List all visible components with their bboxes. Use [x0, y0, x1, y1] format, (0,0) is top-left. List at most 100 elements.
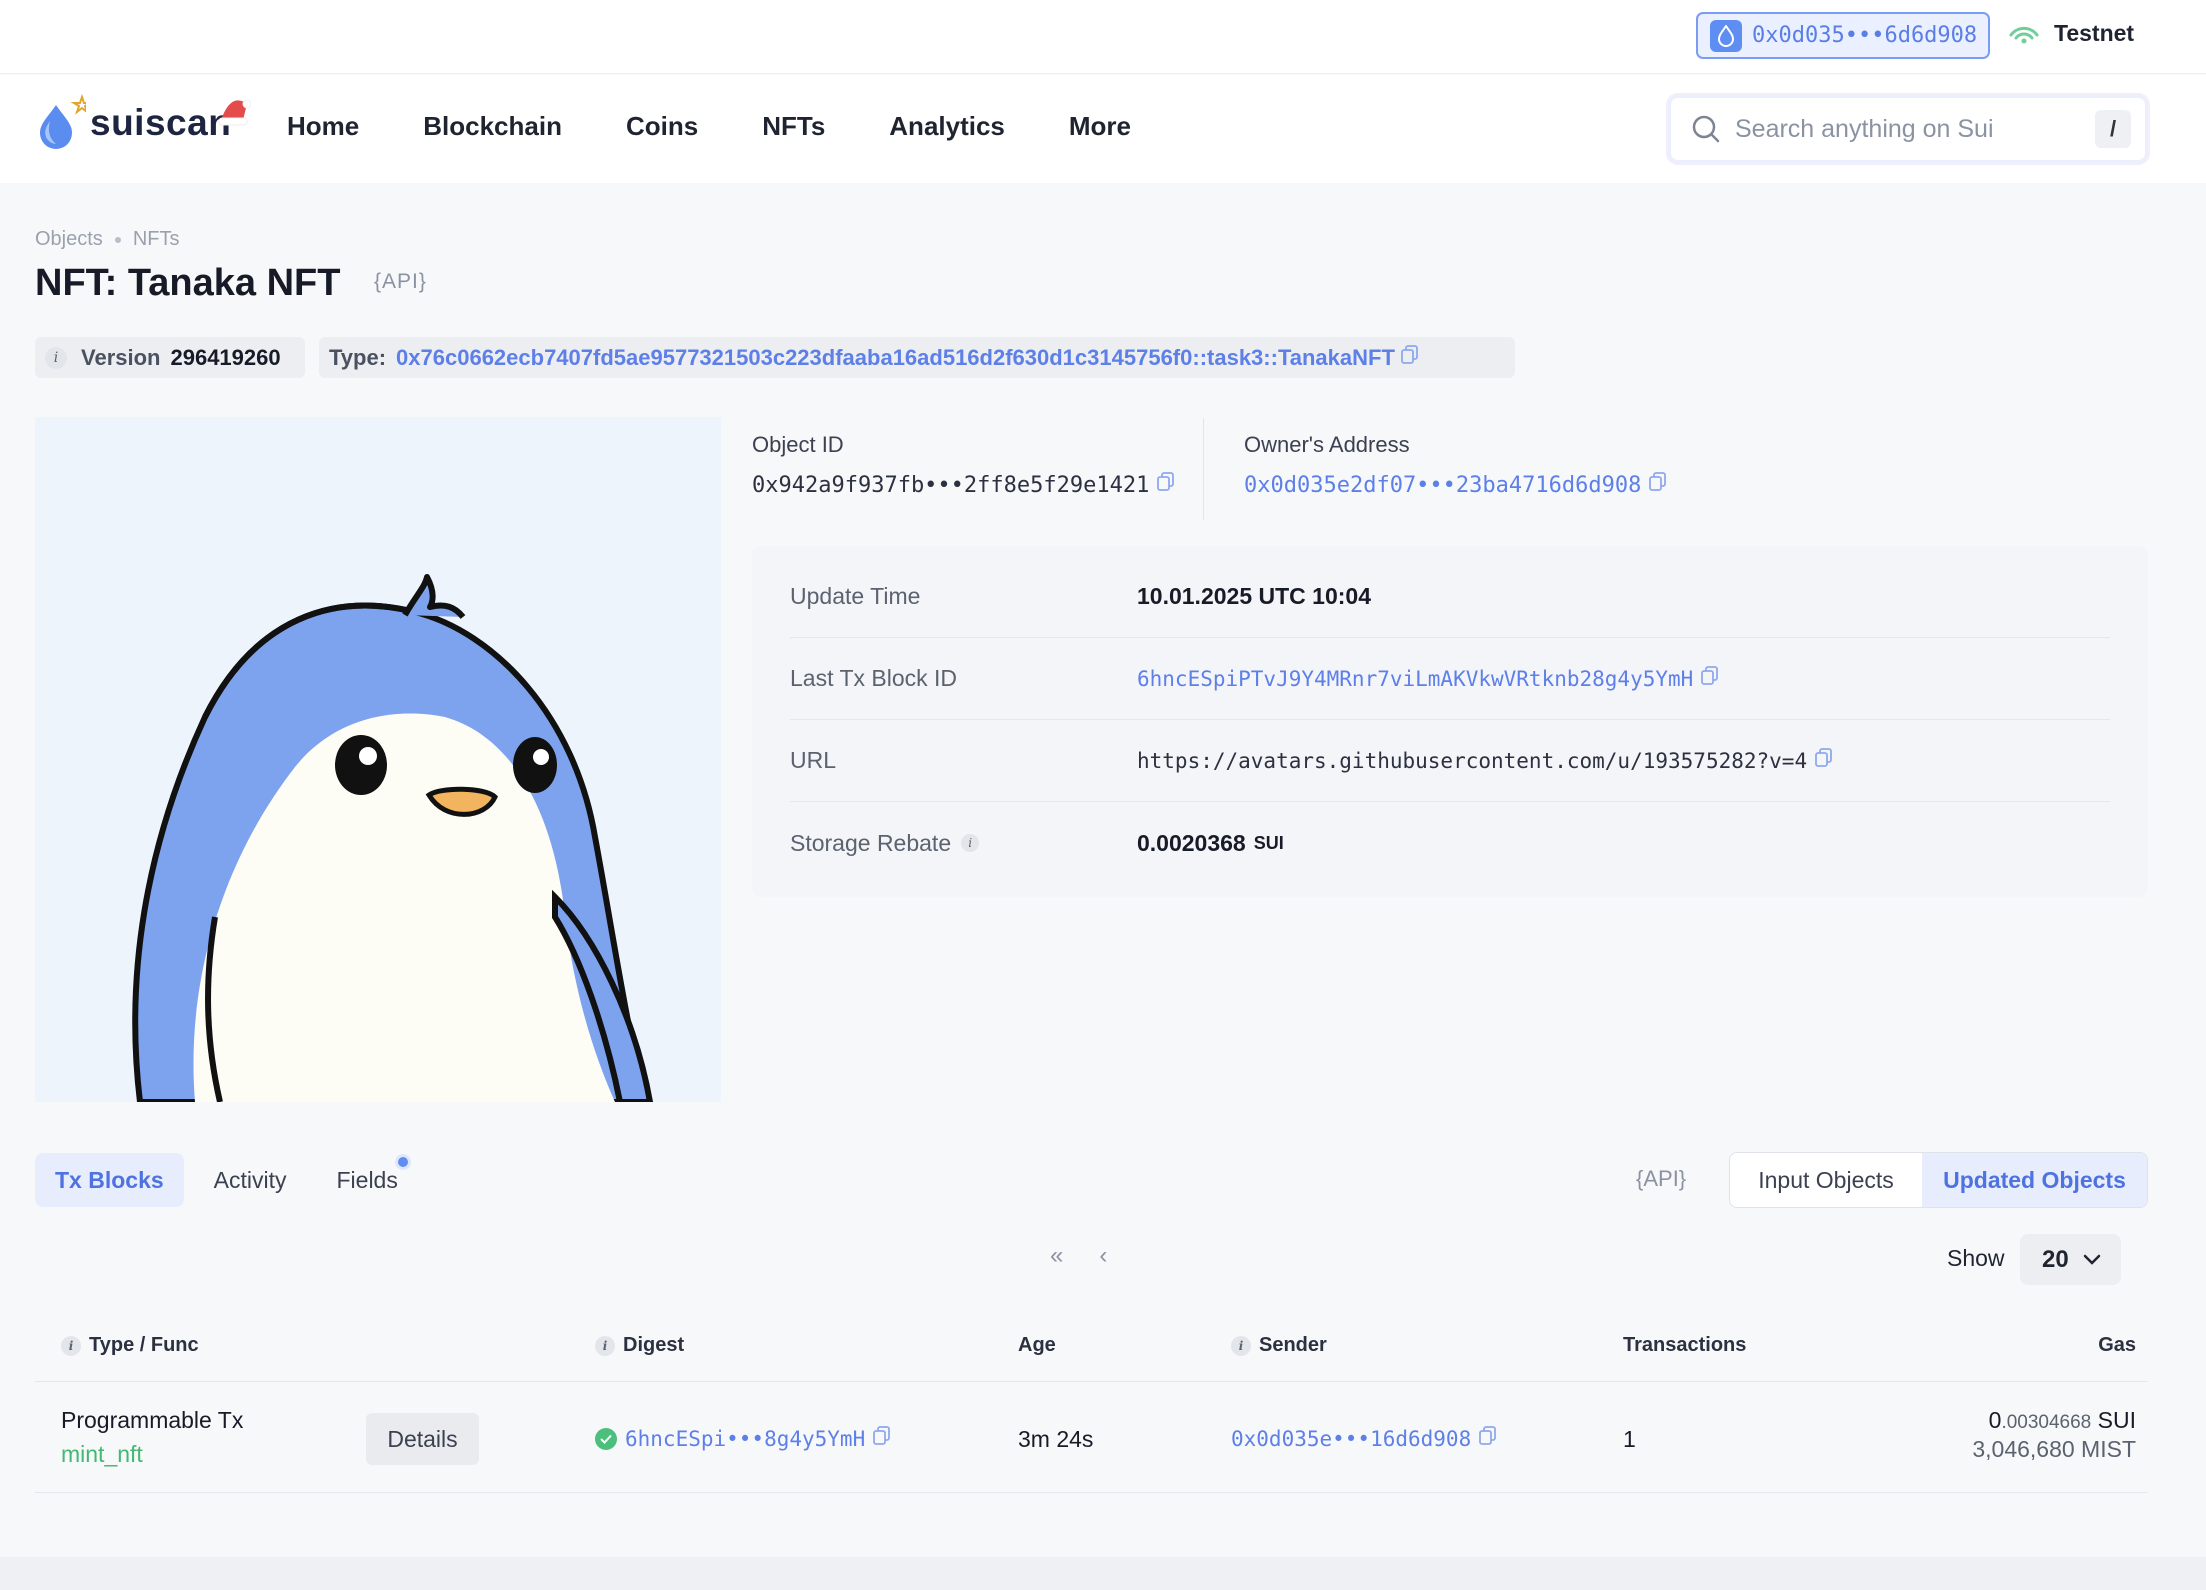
- objects-toggle: Input Objects Updated Objects: [1729, 1152, 2148, 1208]
- detail-row-url: URL https://avatars.githubusercontent.co…: [790, 720, 2110, 802]
- breadcrumb-objects[interactable]: Objects: [35, 228, 103, 251]
- digest-cell: 6hncESpi•••8g4y5YmH: [595, 1425, 891, 1452]
- page-title: NFT: Tanaka NFT: [35, 262, 341, 304]
- sender-cell: 0x0d035e•••16d6d908: [1231, 1425, 1497, 1452]
- nav-coins[interactable]: Coins: [626, 111, 698, 142]
- type-value-link[interactable]: 0x76c0662ecb7407fd5ae9577321503c223dfaab…: [396, 345, 1395, 371]
- object-id-row: 0x942a9f937fb•••2ff8e5f29e1421: [752, 472, 1175, 498]
- page-size-value: 20: [2042, 1245, 2069, 1273]
- search-input[interactable]: Search anything on Sui /: [1668, 95, 2148, 163]
- info-icon[interactable]: i: [595, 1335, 615, 1356]
- tx-api-link[interactable]: {API}: [1636, 1166, 1686, 1192]
- show-label: Show: [1947, 1245, 2005, 1271]
- copy-icon[interactable]: [1479, 1425, 1497, 1452]
- network-selector[interactable]: Testnet: [2008, 20, 2134, 47]
- update-time-label: Update Time: [790, 583, 921, 609]
- storage-rebate-unit: SUI: [1253, 832, 1284, 853]
- api-link[interactable]: {API}: [374, 270, 427, 294]
- gas-cell: 0.00304668 SUI 3,046,680 MIST: [1972, 1407, 2136, 1463]
- search-placeholder: Search anything on Sui: [1735, 114, 1994, 143]
- object-id-value: 0x942a9f937fb•••2ff8e5f29e1421: [752, 472, 1150, 498]
- nav-blockchain[interactable]: Blockchain: [423, 111, 562, 142]
- tx-type: Programmable Tx: [61, 1407, 244, 1433]
- input-objects-button[interactable]: Input Objects: [1730, 1153, 1922, 1207]
- breadcrumb-nfts[interactable]: NFTs: [133, 228, 180, 251]
- nav-more[interactable]: More: [1069, 111, 1131, 142]
- detail-row-last-tx: Last Tx Block ID 6hncESpiPTvJ9Y4MRnr7viL…: [790, 638, 2110, 720]
- owner-label: Owner's Address: [1244, 432, 1410, 457]
- copy-icon[interactable]: [1649, 472, 1667, 498]
- pagination: « ‹: [1050, 1242, 1107, 1270]
- wallet-chip[interactable]: 0x0d035•••6d6d908: [1696, 12, 1990, 59]
- url-value: https://avatars.githubusercontent.com/u/…: [1137, 748, 1808, 773]
- col-sender: i Sender: [1231, 1334, 1327, 1357]
- updated-objects-button[interactable]: Updated Objects: [1922, 1153, 2147, 1207]
- first-page-button[interactable]: «: [1050, 1242, 1063, 1270]
- col-age-label: Age: [1018, 1334, 1056, 1356]
- logo-drop-icon: [40, 93, 86, 149]
- col-gas-label: Gas: [2098, 1334, 2136, 1356]
- chevron-down-icon: [2083, 1254, 2100, 1265]
- col-type-func: i Type / Func: [61, 1334, 199, 1357]
- suiscan-logo[interactable]: suiscan: [34, 91, 252, 155]
- nav-nfts[interactable]: NFTs: [762, 111, 825, 142]
- info-icon: i: [45, 346, 67, 369]
- prev-page-button[interactable]: ‹: [1099, 1242, 1107, 1270]
- gas-fraction: .00304668: [2001, 1412, 2092, 1433]
- divider: [1203, 418, 1204, 520]
- main-nav: suiscan Home Blockchain Coins NFTs Analy…: [0, 75, 2206, 183]
- digest-link[interactable]: 6hncESpi•••8g4y5YmH: [625, 1427, 865, 1451]
- santa-hat-icon: [218, 99, 252, 126]
- wallet-address: 0x0d035•••6d6d908: [1752, 23, 1978, 48]
- nav-links: Home Blockchain Coins NFTs Analytics Mor…: [287, 111, 1131, 142]
- gas-unit: SUI: [2097, 1407, 2136, 1433]
- copy-icon[interactable]: [873, 1425, 891, 1452]
- transactions-count: 1: [1623, 1426, 1636, 1452]
- version-label: Version: [81, 344, 161, 370]
- footer-band: [0, 1557, 2206, 1590]
- sender-link[interactable]: 0x0d035e•••16d6d908: [1231, 1427, 1471, 1451]
- search-icon: [1692, 115, 1720, 143]
- tab-tx-blocks[interactable]: Tx Blocks: [35, 1153, 184, 1207]
- info-icon[interactable]: i: [961, 834, 980, 852]
- copy-icon[interactable]: [1157, 472, 1175, 498]
- signal-icon: [2009, 26, 2039, 43]
- detail-row-storage-rebate: Storage Rebate i 0.0020368 SUI: [790, 802, 2110, 884]
- object-id-label: Object ID: [752, 432, 844, 457]
- copy-icon[interactable]: [1815, 747, 1833, 774]
- last-tx-link[interactable]: 6hncESpiPTvJ9Y4MRnr7viLmAKVkwVRtknb28g4y…: [1137, 667, 1693, 691]
- breadcrumb-separator: [114, 236, 121, 243]
- success-check-icon: [595, 1427, 617, 1450]
- tx-func-link[interactable]: mint_nft: [61, 1441, 143, 1468]
- table-row[interactable]: Programmable Tx mint_nft Details 6hncESp…: [35, 1383, 2148, 1493]
- copy-icon[interactable]: [1400, 344, 1419, 371]
- version-value: 296419260: [170, 344, 281, 370]
- owner-block: Owner's Address 0x0d035e2df07•••23ba4716…: [1244, 432, 1667, 498]
- tab-fields[interactable]: Fields: [317, 1153, 418, 1207]
- gas-integer: 0: [1988, 1407, 2002, 1433]
- details-button[interactable]: Details: [366, 1413, 479, 1465]
- col-digest-label: Digest: [623, 1334, 685, 1356]
- page-size-select[interactable]: 20: [2020, 1234, 2121, 1285]
- copy-icon[interactable]: [1701, 665, 1719, 692]
- tab-activity[interactable]: Activity: [194, 1153, 307, 1207]
- type-label: Type:: [329, 344, 387, 370]
- info-icon[interactable]: i: [1231, 1335, 1251, 1356]
- gas-mist: 3,046,680 MIST: [1972, 1436, 2136, 1462]
- col-digest: i Digest: [595, 1334, 684, 1357]
- owner-address-link[interactable]: 0x0d035e2df07•••23ba4716d6d908: [1244, 473, 1641, 498]
- col-sender-label: Sender: [1259, 1334, 1327, 1356]
- col-transactions-label: Transactions: [1623, 1334, 1747, 1356]
- info-icon[interactable]: i: [61, 1335, 81, 1356]
- nav-home[interactable]: Home: [287, 111, 359, 142]
- type-pill: Type: 0x76c0662ecb7407fd5ae9577321503c22…: [319, 337, 1515, 378]
- top-strip: 0x0d035•••6d6d908 Testnet: [0, 0, 2206, 74]
- nav-analytics[interactable]: Analytics: [889, 111, 1005, 142]
- storage-rebate-value: 0.0020368: [1137, 829, 1246, 856]
- col-gas: Gas: [2098, 1334, 2136, 1357]
- notification-dot: [397, 1157, 408, 1167]
- owner-row: 0x0d035e2df07•••23ba4716d6d908: [1244, 472, 1667, 498]
- last-tx-label: Last Tx Block ID: [790, 665, 958, 691]
- tab-bar: Tx Blocks Activity Fields: [35, 1153, 418, 1207]
- detail-row-update-time: Update Time 10.01.2025 UTC 10:04: [790, 556, 2110, 638]
